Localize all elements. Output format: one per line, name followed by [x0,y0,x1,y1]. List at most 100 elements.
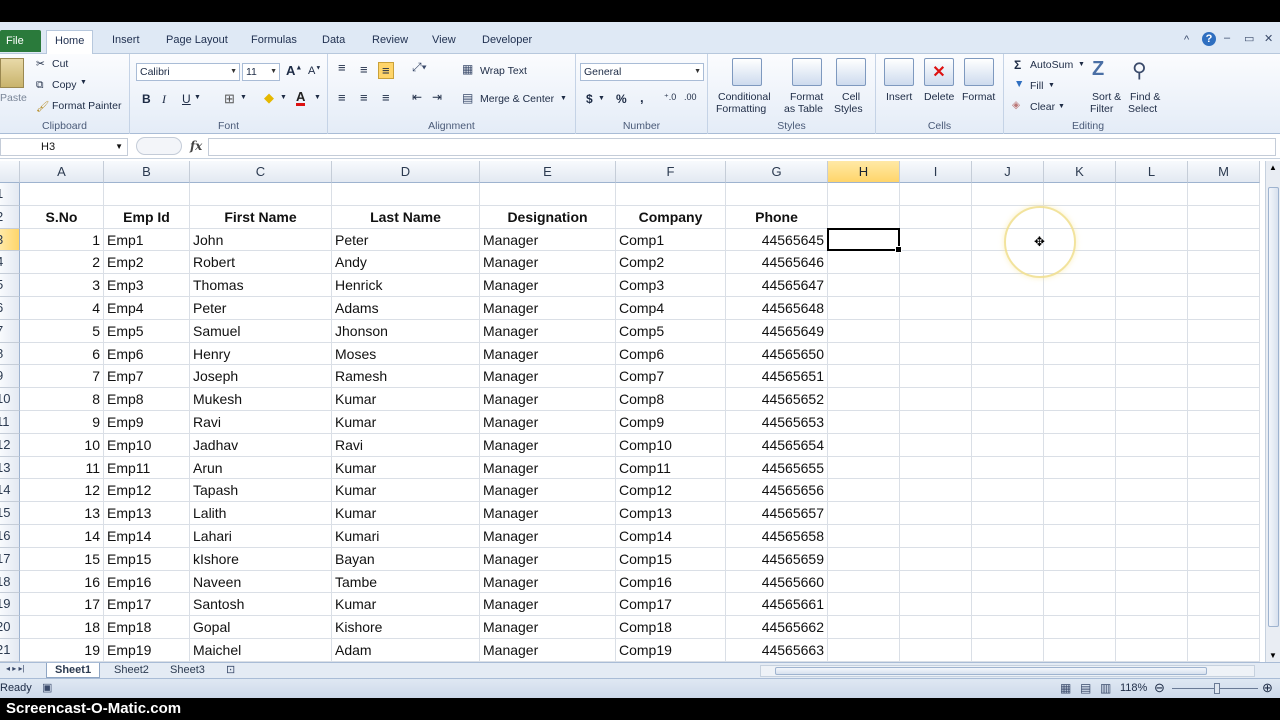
cell-e3[interactable]: Manager [480,228,616,252]
cell-j9[interactable] [972,365,1044,389]
cell-d15[interactable]: Kumar [332,502,480,525]
cell-k7[interactable] [1044,319,1116,343]
cell-a7[interactable]: 5 [20,319,104,343]
delete-cells-button[interactable]: Delete [924,91,954,103]
cell-h14[interactable] [828,479,900,503]
cell-a5[interactable]: 3 [20,274,104,297]
column-header-m[interactable]: M [1188,161,1260,183]
cell-c19[interactable]: Santosh [190,593,332,617]
column-header-j[interactable]: J [972,161,1044,183]
page-layout-view-icon[interactable]: ▤ [1080,681,1091,695]
cell-g11[interactable]: 44565653 [726,411,828,434]
paste-button[interactable]: Paste [0,92,27,104]
decrease-decimal-icon[interactable]: .00 [684,92,697,102]
cell-m12[interactable] [1188,433,1260,457]
column-header-b[interactable]: B [104,161,190,183]
row-header-17[interactable]: 17 [0,547,20,571]
cell-f16[interactable]: Comp14 [616,525,726,548]
cell-g16[interactable]: 44565658 [726,525,828,548]
align-left-icon[interactable]: ≡ [338,90,346,105]
cell-h5[interactable] [828,274,900,297]
cell-j6[interactable] [972,297,1044,320]
column-title-cell[interactable]: Phone [726,205,828,229]
borders-icon[interactable]: ⊞ [224,91,235,107]
cell-g6[interactable]: 44565648 [726,297,828,320]
cell-i12[interactable] [900,433,972,457]
window-restore-icon[interactable]: ▭ [1244,32,1254,45]
cell-b19[interactable]: Emp17 [104,593,190,617]
row-header-8[interactable]: 8 [0,342,20,366]
row-header-5[interactable]: 5 [0,274,20,297]
decrease-indent-icon[interactable]: ⇤ [412,90,422,104]
cell-c12[interactable]: Jadhav [190,433,332,457]
cell-b14[interactable]: Emp12 [104,479,190,503]
cell-e1[interactable] [480,183,616,206]
cell-k15[interactable] [1044,502,1116,525]
cell-l10[interactable] [1116,388,1188,411]
cell-b12[interactable]: Emp10 [104,433,190,457]
cell-h3[interactable] [828,228,900,252]
insert-cells-button[interactable]: Insert [886,91,912,103]
help-icon[interactable]: ? [1202,32,1216,46]
page-break-view-icon[interactable]: ▥ [1100,681,1111,695]
cell-c18[interactable]: Naveen [190,570,332,594]
cell-g20[interactable]: 44565662 [726,616,828,639]
column-header-k[interactable]: K [1044,161,1116,183]
cell-b1[interactable] [104,183,190,206]
fill-dropdown-icon[interactable]: ▼ [1048,82,1055,89]
cell-b11[interactable]: Emp9 [104,411,190,434]
cell-a15[interactable]: 13 [20,502,104,525]
row-header-4[interactable]: 4 [0,251,20,275]
cell-a4[interactable]: 2 [20,251,104,275]
cell-g18[interactable]: 44565660 [726,570,828,594]
column-header-l[interactable]: L [1116,161,1188,183]
cell-d5[interactable]: Henrick [332,274,480,297]
cell-i15[interactable] [900,502,972,525]
cell-l4[interactable] [1116,251,1188,275]
cell-g19[interactable]: 44565661 [726,593,828,617]
cell-c16[interactable]: Lahari [190,525,332,548]
cell-m18[interactable] [1188,570,1260,594]
cell-e15[interactable]: Manager [480,502,616,525]
cell-f8[interactable]: Comp6 [616,342,726,366]
fill-button[interactable]: Fill [1030,80,1043,92]
cell-l13[interactable] [1116,456,1188,480]
cell-l3[interactable] [1116,228,1188,252]
font-color-dropdown-icon[interactable]: ▼ [314,94,321,101]
cell-f4[interactable]: Comp2 [616,251,726,275]
autosum-button[interactable]: AutoSum [1030,59,1073,71]
cell-j15[interactable] [972,502,1044,525]
vertical-scrollbar[interactable]: ▲ ▼ [1265,161,1280,662]
clear-dropdown-icon[interactable]: ▼ [1058,103,1065,110]
cell-i14[interactable] [900,479,972,503]
cell-g21[interactable]: 44565663 [726,639,828,662]
cell-j7[interactable] [972,319,1044,343]
column-header-a[interactable]: A [20,161,104,183]
cell-h17[interactable] [828,547,900,571]
cell-e9[interactable]: Manager [480,365,616,389]
select-all-corner[interactable] [0,161,20,183]
cell-h8[interactable] [828,342,900,366]
cell-a18[interactable]: 16 [20,570,104,594]
column-header-h[interactable]: H [828,161,900,183]
cell-i4[interactable] [900,251,972,275]
row-header-19[interactable]: 19 [0,593,20,617]
wrap-text-button[interactable]: Wrap Text [480,65,527,77]
cell-c3[interactable]: John [190,228,332,252]
format-painter-button[interactable]: Format Painter [52,100,121,112]
row-header-3[interactable]: 3 [0,228,20,252]
cell-d11[interactable]: Kumar [332,411,480,434]
cell-g7[interactable]: 44565649 [726,319,828,343]
cell-g12[interactable]: 44565654 [726,433,828,457]
name-box[interactable]: H3 ▼ [0,138,128,156]
cell-i5[interactable] [900,274,972,297]
cell-j16[interactable] [972,525,1044,548]
cell-b7[interactable]: Emp5 [104,319,190,343]
cell-l18[interactable] [1116,570,1188,594]
sheet-tab-sheet2[interactable]: Sheet2 [106,663,157,678]
increase-decimal-icon[interactable]: ⁺.0 [664,92,676,103]
cell-l17[interactable] [1116,547,1188,571]
row-header-1[interactable]: 1 [0,183,20,206]
cell-g5[interactable]: 44565647 [726,274,828,297]
cell-k20[interactable] [1044,616,1116,639]
